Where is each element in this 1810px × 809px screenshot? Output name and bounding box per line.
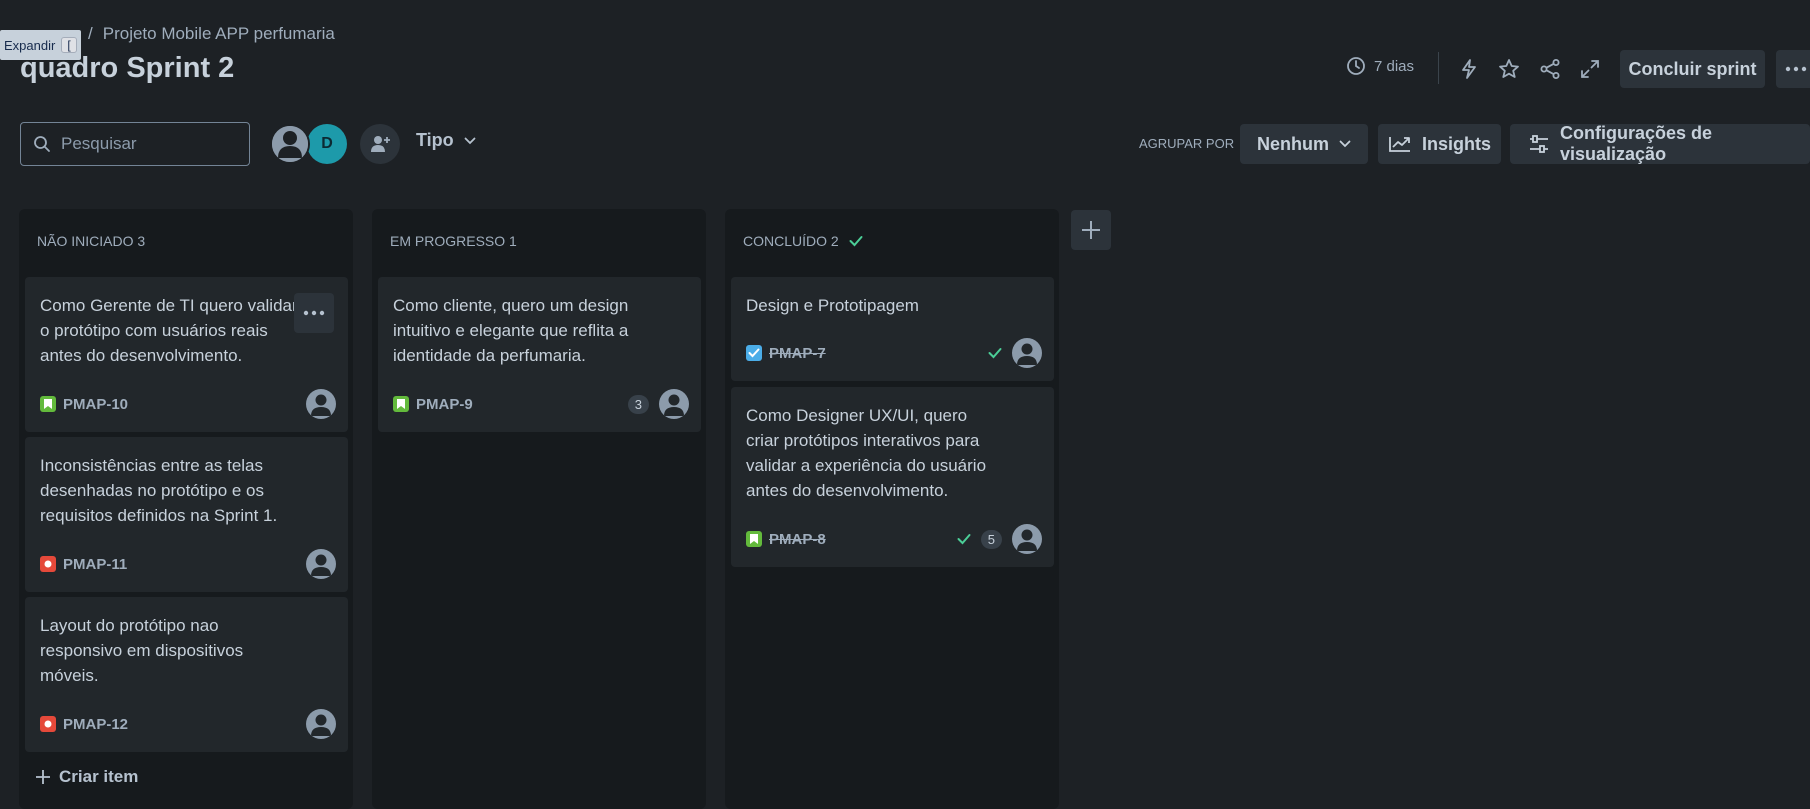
issue-card[interactable]: Design e Prototipagem PMAP-7 bbox=[731, 277, 1054, 381]
check-icon bbox=[849, 235, 863, 247]
done-check-icon bbox=[957, 533, 971, 545]
user-icon bbox=[272, 126, 308, 162]
issue-card[interactable]: Layout do protótipo nao responsivo em di… bbox=[25, 597, 348, 752]
star-icon bbox=[1498, 58, 1520, 80]
plus-icon bbox=[35, 769, 51, 785]
card-footer: PMAP-12 bbox=[40, 709, 336, 739]
issue-key[interactable]: PMAP-8 bbox=[769, 531, 826, 548]
story-icon bbox=[40, 396, 56, 412]
more-icon bbox=[303, 310, 325, 316]
automation-button[interactable] bbox=[1451, 51, 1487, 87]
card-summary: Como cliente, quero um design intuitivo … bbox=[393, 296, 629, 365]
assignee-avatar[interactable] bbox=[659, 389, 689, 419]
more-icon bbox=[1785, 66, 1807, 72]
page-title: quadro Sprint 2 bbox=[20, 52, 235, 84]
story-points-badge: 3 bbox=[627, 394, 649, 414]
issue-key[interactable]: PMAP-9 bbox=[416, 396, 473, 413]
issue-card[interactable]: Como Gerente de TI quero validar o protó… bbox=[25, 277, 348, 432]
insights-label: Insights bbox=[1421, 133, 1491, 154]
plus-icon bbox=[1080, 219, 1102, 241]
complete-sprint-button[interactable]: Concluir sprint bbox=[1620, 50, 1765, 88]
view-settings-button[interactable]: Configurações de visualização bbox=[1510, 123, 1810, 164]
days-remaining: 7 dias bbox=[1374, 57, 1415, 75]
star-button[interactable] bbox=[1491, 51, 1527, 87]
bug-icon bbox=[40, 716, 56, 732]
chart-line-icon bbox=[1388, 135, 1412, 153]
chevron-down-icon bbox=[1339, 140, 1351, 148]
clock-icon bbox=[1346, 56, 1366, 76]
type-filter-label: Tipo bbox=[416, 130, 454, 150]
expand-tooltip-label: Expandir bbox=[4, 37, 56, 53]
card-footer: PMAP-7 bbox=[746, 338, 1042, 368]
column-title: CONCLUÍDO 2 bbox=[743, 233, 839, 249]
issue-key[interactable]: PMAP-11 bbox=[63, 556, 127, 573]
column-title-wrapper: CONCLUÍDO 2 bbox=[743, 233, 863, 249]
lightning-icon bbox=[1459, 58, 1479, 80]
card-summary: Layout do protótipo nao responsivo em di… bbox=[40, 616, 244, 685]
search-placeholder: Pesquisar bbox=[61, 134, 137, 153]
issue-card[interactable]: Como cliente, quero um design intuitivo … bbox=[378, 277, 701, 432]
create-item-button[interactable]: Criar item bbox=[35, 767, 138, 787]
column-title: EM PROGRESSO 1 bbox=[390, 233, 517, 249]
card-summary: Design e Prototipagem bbox=[746, 296, 919, 315]
breadcrumb: / Projeto Mobile APP perfumaria bbox=[88, 24, 335, 44]
issue-key[interactable]: PMAP-10 bbox=[63, 396, 128, 413]
card-footer: PMAP-9 3 bbox=[393, 389, 689, 419]
view-settings-label: Configurações de visualização bbox=[1560, 123, 1713, 164]
sliders-icon bbox=[1528, 134, 1550, 154]
search-input[interactable]: Pesquisar bbox=[20, 122, 250, 166]
breadcrumb-project-link[interactable]: Projeto Mobile APP perfumaria bbox=[103, 24, 335, 44]
sprint-timer[interactable]: 7 dias bbox=[1346, 56, 1414, 76]
group-by-select[interactable]: Nenhum bbox=[1240, 124, 1368, 164]
chevron-down-icon bbox=[464, 137, 476, 145]
fullscreen-button[interactable] bbox=[1572, 51, 1608, 87]
story-icon bbox=[393, 396, 409, 412]
card-summary: Como Gerente de TI quero validar o protó… bbox=[40, 296, 298, 365]
issue-card[interactable]: Como Designer UX/UI, quero criar protóti… bbox=[731, 387, 1054, 567]
insights-button[interactable]: Insights bbox=[1378, 124, 1501, 164]
issue-key[interactable]: PMAP-7 bbox=[769, 345, 826, 362]
group-by-value: Nenhum bbox=[1257, 133, 1329, 154]
issue-card[interactable]: Inconsistências entre as telas desenhada… bbox=[25, 437, 348, 592]
more-actions-button[interactable] bbox=[1776, 50, 1810, 88]
card-summary: Como Designer UX/UI, quero criar protóti… bbox=[746, 406, 987, 500]
user-avatar-d-filter[interactable]: D bbox=[307, 124, 347, 164]
column-in-progress: EM PROGRESSO 1 Como cliente, quero um de… bbox=[372, 209, 706, 809]
share-icon bbox=[1539, 58, 1561, 80]
add-column-button[interactable] bbox=[1071, 210, 1111, 250]
card-more-button[interactable] bbox=[294, 293, 334, 333]
assignee-avatar[interactable] bbox=[306, 709, 336, 739]
search-icon bbox=[33, 135, 51, 153]
assignee-avatar[interactable] bbox=[306, 549, 336, 579]
type-filter-dropdown[interactable]: Tipo bbox=[416, 130, 476, 151]
expand-shortcut-key: [ bbox=[61, 37, 77, 53]
task-icon bbox=[746, 345, 762, 361]
card-footer: PMAP-10 bbox=[40, 389, 336, 419]
add-people-button[interactable] bbox=[360, 124, 400, 164]
card-footer: PMAP-11 bbox=[40, 549, 336, 579]
header-divider bbox=[1438, 52, 1439, 84]
user-avatar-filter[interactable] bbox=[270, 124, 310, 164]
card-summary: Inconsistências entre as telas desenhada… bbox=[40, 456, 278, 525]
create-item-label: Criar item bbox=[59, 767, 139, 786]
assignee-avatar[interactable] bbox=[1012, 524, 1042, 554]
breadcrumb-separator: / bbox=[88, 24, 93, 43]
column-not-started: NÃO INICIADO 3 Como Gerente de TI quero … bbox=[19, 209, 353, 809]
story-icon bbox=[746, 531, 762, 547]
assignee-avatar[interactable] bbox=[1012, 338, 1042, 368]
story-points-badge: 5 bbox=[980, 529, 1002, 549]
bug-icon bbox=[40, 556, 56, 572]
add-person-icon bbox=[369, 133, 391, 155]
card-footer: PMAP-8 5 bbox=[746, 524, 1042, 554]
share-button[interactable] bbox=[1532, 51, 1568, 87]
group-by-label: AGRUPAR POR bbox=[1139, 136, 1235, 151]
column-done: CONCLUÍDO 2 Design e Prototipagem PMAP-7… bbox=[725, 209, 1059, 809]
column-title: NÃO INICIADO 3 bbox=[37, 233, 146, 249]
expand-icon bbox=[1580, 59, 1600, 79]
done-check-icon bbox=[988, 347, 1002, 359]
issue-key[interactable]: PMAP-12 bbox=[63, 716, 128, 733]
assignee-avatar[interactable] bbox=[306, 389, 336, 419]
